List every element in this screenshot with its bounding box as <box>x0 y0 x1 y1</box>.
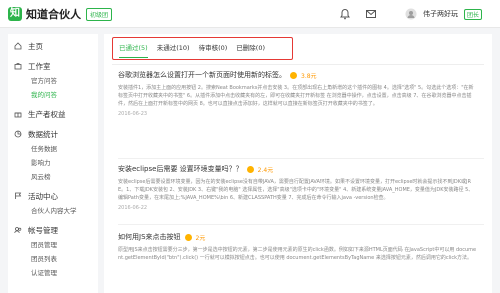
nav-item-account[interactable]: 帐号管理 <box>8 222 98 238</box>
nav-item-studio[interactable]: 工作室 <box>8 58 98 74</box>
chart-icon <box>14 130 22 138</box>
brand-logo[interactable]: 知 知道合伙人 初级团 <box>8 6 113 22</box>
nav-group-rights: 生产者权益 <box>8 106 98 122</box>
level-badge: 初级团 <box>86 7 113 21</box>
nav-label: 主页 <box>28 41 43 51</box>
briefcase-icon <box>14 63 22 70</box>
gift-icon <box>14 112 22 118</box>
user-menu[interactable]: 伟子两好玩 团长 <box>405 8 483 20</box>
nav-sub-member-manage[interactable]: 团员管理 <box>8 238 98 252</box>
nav-sub-auth-manage[interactable]: 认证管理 <box>8 266 98 280</box>
tab-rejected[interactable]: 未通过(10) <box>157 37 190 60</box>
answer-title-row: 如何用JS来点击按钮 2元 <box>118 232 478 242</box>
nav-sub-partner-university[interactable]: 合伙人内容大学 <box>8 204 98 218</box>
tab-divider <box>112 64 484 65</box>
item-divider <box>118 158 484 159</box>
answer-item: 谷歌浏览器怎么设置打开一个新页面时使用新的标签。 3.8元 安装插件1，添加主上… <box>118 70 478 117</box>
nav-group-studio: 工作室 官方问答 我的问答 <box>8 58 98 102</box>
nav-sub-influence[interactable]: 影响力 <box>8 156 98 170</box>
flag-icon <box>15 192 22 199</box>
answer-title-row: 谷歌浏览器怎么设置打开一个新页面时使用新的标签。 3.8元 <box>118 70 478 80</box>
nav-sub-task-data[interactable]: 任务数据 <box>8 142 98 156</box>
nav-group-account: 帐号管理 团员管理 团员列表 认证管理 <box>8 222 98 280</box>
nav-label: 活动中心 <box>28 191 58 201</box>
main-panel: 已通过(5) 未通过(10) 待审核(0) 已删除(0) 谷歌浏览器怎么设置打开… <box>104 34 492 293</box>
answer-excerpt: 原型用JS来点击按钮需要分三步，第一步是选中按钮的元素，第二步是使用元素的原生的… <box>118 247 477 261</box>
nav-item-activity[interactable]: 活动中心 <box>8 188 98 204</box>
user-role-badge: 团长 <box>464 8 483 20</box>
nav-sub-leaderboard[interactable]: 风云榜 <box>8 170 98 184</box>
answer-date: 2016-06-23 <box>118 111 148 117</box>
nav-group-activity: 活动中心 合伙人内容大学 <box>8 188 98 218</box>
nav-sub-member-list[interactable]: 团员列表 <box>8 252 98 266</box>
reward-amount: 3.8元 <box>301 72 317 80</box>
tab-pending[interactable]: 待审核(0) <box>199 37 228 60</box>
home-icon <box>14 42 22 50</box>
bell-icon[interactable] <box>339 8 351 20</box>
nav-label: 帐号管理 <box>28 225 58 235</box>
answer-excerpt: 安装插件1，添加主上面的应用按钮 2。搜索Neat Bookmarks并点击安装… <box>118 85 474 107</box>
nav-item-stats[interactable]: 数据统计 <box>8 126 98 142</box>
brand-name: 知道合伙人 <box>26 8 81 21</box>
nav-item-rights[interactable]: 生产者权益 <box>8 106 98 122</box>
answer-title[interactable]: 谷歌浏览器怎么设置打开一个新页面时使用新的标签。 <box>118 70 286 80</box>
mail-icon[interactable] <box>365 8 377 20</box>
nav-label: 数据统计 <box>28 129 58 139</box>
answer-item: 安装eclipse后需要 设置环境变量吗？？ 2.4元 安装eclipse后需要… <box>118 164 478 211</box>
coin-icon <box>246 165 254 173</box>
nav-item-home[interactable]: 主页 <box>8 38 98 54</box>
reward-amount: 2元 <box>195 234 206 242</box>
users-icon <box>14 227 22 234</box>
coin-icon <box>290 71 297 79</box>
answer-date: 2016-06-22 <box>118 205 148 211</box>
reward-amount: 2.4元 <box>257 166 274 174</box>
user-name: 伟子两好玩 <box>423 10 458 18</box>
item-divider <box>118 224 484 225</box>
top-bar: 知 知道合伙人 初级团 伟子两好玩 团长 <box>0 0 500 28</box>
nav-group-home: 主页 <box>8 38 98 54</box>
logo-icon: 知 <box>8 7 22 21</box>
nav-label: 生产者权益 <box>28 109 66 119</box>
nav-label: 工作室 <box>28 61 51 71</box>
nav-sub-official-qa[interactable]: 官方问答 <box>8 74 98 88</box>
tab-approved[interactable]: 已通过(5) <box>119 37 148 60</box>
answer-title[interactable]: 如何用JS来点击按钮 <box>118 232 181 242</box>
tab-deleted[interactable]: 已删除(0) <box>236 37 265 60</box>
nav-group-stats: 数据统计 任务数据 影响力 风云榜 <box>8 126 98 184</box>
avatar-icon <box>405 8 417 20</box>
answer-title[interactable]: 安装eclipse后需要 设置环境变量吗？？ <box>118 164 243 174</box>
answer-item: 如何用JS来点击按钮 2元 原型用JS来点击按钮需要分三步，第一步是选中按钮的元… <box>118 232 478 262</box>
sidebar: 主页 工作室 官方问答 我的问答 生产者权益 数据统计 任务数据 影响力 风云榜… <box>8 34 98 293</box>
coin-icon <box>184 233 192 241</box>
status-tabs: 已通过(5) 未通过(10) 待审核(0) 已删除(0) <box>112 37 293 60</box>
top-icons <box>339 8 377 20</box>
answer-excerpt: 安装eclipse后需要设置环境变量，因为在的安装eclipse没有自带JAVA… <box>118 179 474 201</box>
answer-title-row: 安装eclipse后需要 设置环境变量吗？？ 2.4元 <box>118 164 478 174</box>
nav-sub-my-qa[interactable]: 我的问答 <box>8 88 98 102</box>
